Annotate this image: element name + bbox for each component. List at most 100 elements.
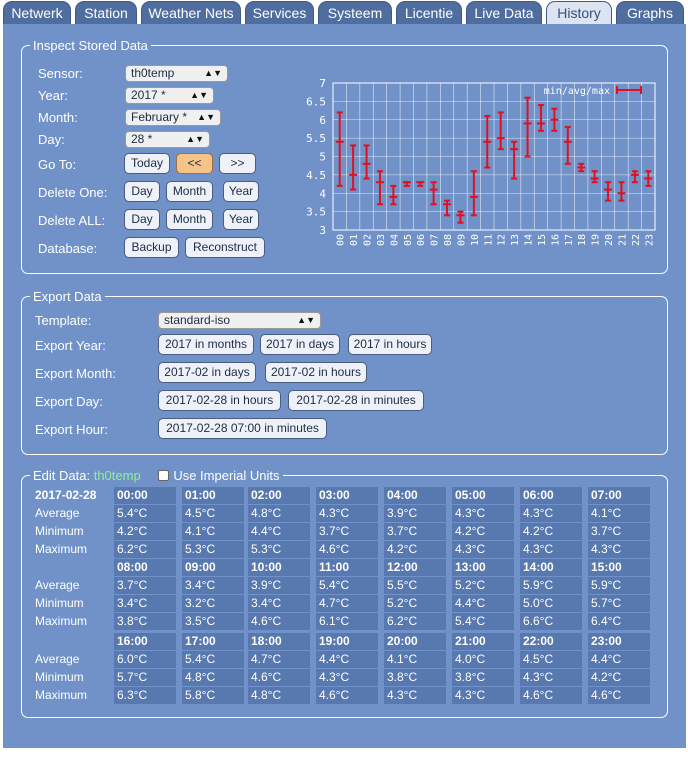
- value-cell[interactable]: 4.8°C: [248, 687, 310, 704]
- sensor-select[interactable]: th0temp ▲▼: [125, 65, 228, 82]
- value-cell[interactable]: 3.7°C: [316, 523, 378, 540]
- template-select[interactable]: standard-iso ▲▼: [158, 312, 321, 329]
- value-cell[interactable]: 3.9°C: [384, 505, 446, 522]
- delete-all-day-button[interactable]: Day: [124, 209, 160, 230]
- tab-history[interactable]: History: [546, 1, 612, 24]
- export-year-hours-button[interactable]: 2017 in hours: [348, 334, 432, 355]
- month-select[interactable]: February * ▲▼: [125, 109, 221, 126]
- value-cell[interactable]: 4.4°C: [452, 595, 514, 612]
- value-cell[interactable]: 4.6°C: [520, 687, 582, 704]
- value-cell[interactable]: 3.7°C: [114, 577, 176, 594]
- value-cell[interactable]: 3.8°C: [452, 669, 514, 686]
- value-cell[interactable]: 4.8°C: [248, 505, 310, 522]
- value-cell[interactable]: 5.9°C: [520, 577, 582, 594]
- tab-systeem[interactable]: Systeem: [318, 1, 392, 24]
- value-cell[interactable]: 3.9°C: [248, 577, 310, 594]
- value-cell[interactable]: 5.3°C: [182, 541, 244, 558]
- value-cell[interactable]: 3.8°C: [384, 669, 446, 686]
- tab-graphs[interactable]: Graphs: [616, 1, 684, 24]
- value-cell[interactable]: 5.2°C: [452, 577, 514, 594]
- value-cell[interactable]: 3.4°C: [114, 595, 176, 612]
- value-cell[interactable]: 5.5°C: [384, 577, 446, 594]
- value-cell[interactable]: 4.3°C: [520, 541, 582, 558]
- value-cell[interactable]: 3.7°C: [588, 523, 650, 540]
- delete-all-year-button[interactable]: Year: [223, 209, 259, 230]
- export-month-days-button[interactable]: 2017-02 in days: [158, 362, 256, 383]
- delete-all-month-button[interactable]: Month: [166, 209, 213, 230]
- value-cell[interactable]: 6.1°C: [316, 613, 378, 630]
- value-cell[interactable]: 4.5°C: [520, 651, 582, 668]
- value-cell[interactable]: 6.6°C: [520, 613, 582, 630]
- value-cell[interactable]: 4.2°C: [588, 669, 650, 686]
- value-cell[interactable]: 4.0°C: [452, 651, 514, 668]
- value-cell[interactable]: 3.2°C: [182, 595, 244, 612]
- value-cell[interactable]: 4.2°C: [520, 523, 582, 540]
- value-cell[interactable]: 3.8°C: [114, 613, 176, 630]
- value-cell[interactable]: 4.6°C: [588, 687, 650, 704]
- value-cell[interactable]: 4.3°C: [588, 541, 650, 558]
- export-month-hours-button[interactable]: 2017-02 in hours: [265, 362, 367, 383]
- value-cell[interactable]: 5.4°C: [182, 651, 244, 668]
- value-cell[interactable]: 4.6°C: [316, 687, 378, 704]
- value-cell[interactable]: 4.1°C: [588, 505, 650, 522]
- value-cell[interactable]: 4.2°C: [384, 541, 446, 558]
- value-cell[interactable]: 4.7°C: [248, 651, 310, 668]
- export-hour-minutes-button[interactable]: 2017-02-28 07:00 in minutes: [158, 418, 327, 439]
- next-button[interactable]: >>: [219, 153, 256, 174]
- value-cell[interactable]: 4.4°C: [588, 651, 650, 668]
- value-cell[interactable]: 5.4°C: [452, 613, 514, 630]
- tab-services[interactable]: Services: [245, 1, 314, 24]
- value-cell[interactable]: 4.7°C: [316, 595, 378, 612]
- value-cell[interactable]: 4.6°C: [316, 541, 378, 558]
- export-year-months-button[interactable]: 2017 in months: [158, 334, 254, 355]
- value-cell[interactable]: 4.2°C: [452, 523, 514, 540]
- value-cell[interactable]: 4.6°C: [248, 669, 310, 686]
- delete-one-year-button[interactable]: Year: [223, 181, 259, 202]
- value-cell[interactable]: 4.4°C: [316, 651, 378, 668]
- tab-live-data[interactable]: Live Data: [466, 1, 542, 24]
- tab-licentie[interactable]: Licentie: [396, 1, 462, 24]
- reconstruct-button[interactable]: Reconstruct: [185, 237, 265, 258]
- value-cell[interactable]: 4.3°C: [452, 505, 514, 522]
- value-cell[interactable]: 4.3°C: [452, 687, 514, 704]
- value-cell[interactable]: 5.7°C: [114, 669, 176, 686]
- value-cell[interactable]: 4.3°C: [520, 669, 582, 686]
- value-cell[interactable]: 6.2°C: [114, 541, 176, 558]
- export-day-hours-button[interactable]: 2017-02-28 in hours: [158, 390, 281, 411]
- value-cell[interactable]: 4.6°C: [248, 613, 310, 630]
- value-cell[interactable]: 3.4°C: [182, 577, 244, 594]
- value-cell[interactable]: 4.3°C: [452, 541, 514, 558]
- value-cell[interactable]: 6.4°C: [588, 613, 650, 630]
- delete-one-day-button[interactable]: Day: [124, 181, 160, 202]
- value-cell[interactable]: 6.3°C: [114, 687, 176, 704]
- tab-netwerk[interactable]: Netwerk: [3, 1, 71, 24]
- value-cell[interactable]: 3.7°C: [384, 523, 446, 540]
- value-cell[interactable]: 4.3°C: [520, 505, 582, 522]
- value-cell[interactable]: 5.2°C: [384, 595, 446, 612]
- today-button[interactable]: Today: [124, 153, 170, 174]
- value-cell[interactable]: 3.4°C: [248, 595, 310, 612]
- value-cell[interactable]: 4.1°C: [182, 523, 244, 540]
- value-cell[interactable]: 5.4°C: [114, 505, 176, 522]
- value-cell[interactable]: 4.8°C: [182, 669, 244, 686]
- value-cell[interactable]: 4.3°C: [316, 505, 378, 522]
- value-cell[interactable]: 5.0°C: [520, 595, 582, 612]
- value-cell[interactable]: 4.5°C: [182, 505, 244, 522]
- value-cell[interactable]: 4.2°C: [114, 523, 176, 540]
- export-day-minutes-button[interactable]: 2017-02-28 in minutes: [288, 390, 424, 411]
- value-cell[interactable]: 4.1°C: [384, 651, 446, 668]
- value-cell[interactable]: 3.5°C: [182, 613, 244, 630]
- value-cell[interactable]: 4.3°C: [316, 669, 378, 686]
- year-select[interactable]: 2017 * ▲▼: [125, 87, 214, 104]
- backup-button[interactable]: Backup: [124, 237, 179, 258]
- previous-button[interactable]: <<: [176, 153, 213, 174]
- value-cell[interactable]: 5.9°C: [588, 577, 650, 594]
- value-cell[interactable]: 5.8°C: [182, 687, 244, 704]
- tab-station[interactable]: Station: [75, 1, 137, 24]
- value-cell[interactable]: 4.3°C: [384, 687, 446, 704]
- imperial-units-checkbox[interactable]: [158, 470, 170, 481]
- export-year-days-button[interactable]: 2017 in days: [260, 334, 340, 355]
- delete-one-month-button[interactable]: Month: [166, 181, 213, 202]
- value-cell[interactable]: 4.4°C: [248, 523, 310, 540]
- value-cell[interactable]: 5.7°C: [588, 595, 650, 612]
